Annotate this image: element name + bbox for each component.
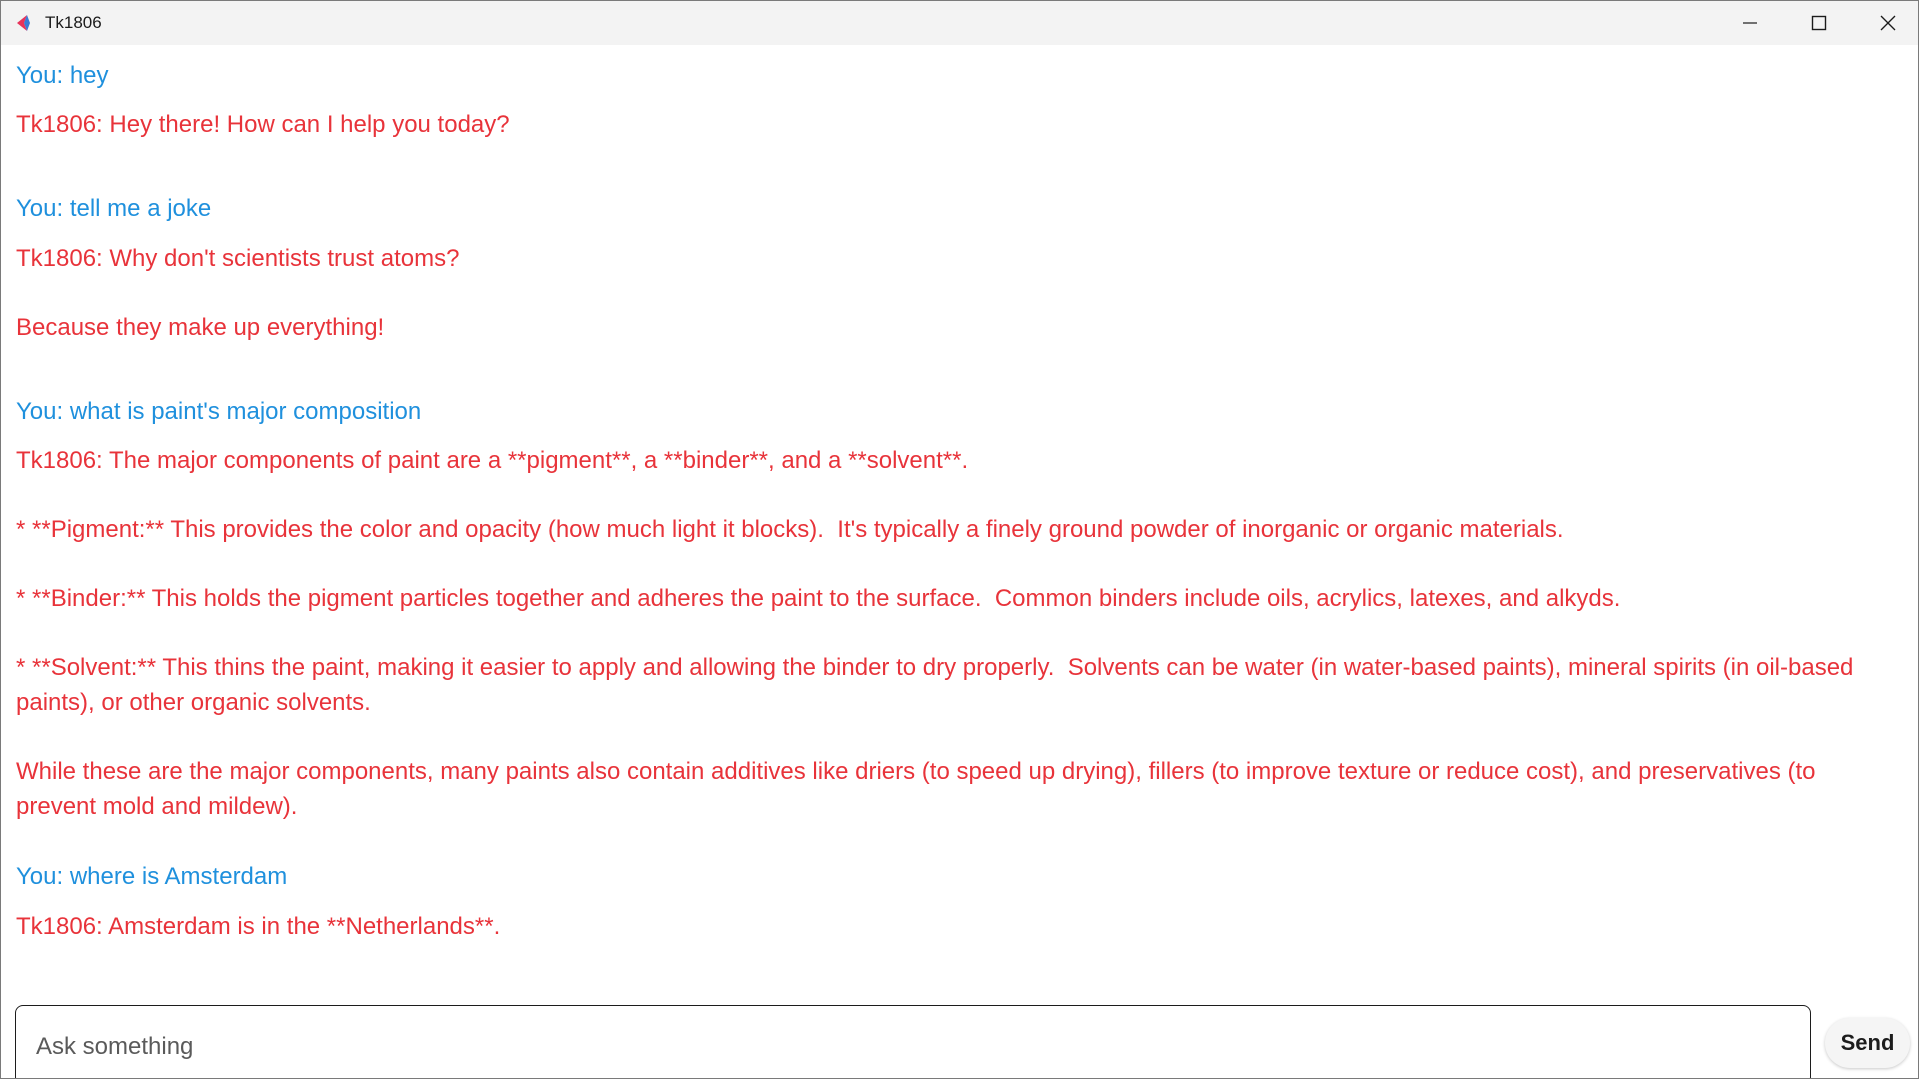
close-button[interactable] <box>1853 1 1918 45</box>
bot-message: * **Pigment:** This provides the color a… <box>16 516 1564 543</box>
bot-message: Tk1806: Hey there! How can I help you to… <box>16 111 510 138</box>
user-message: You: where is Amsterdam <box>16 863 288 890</box>
minimize-button[interactable] <box>1715 1 1784 45</box>
window-title: Tk1806 <box>45 13 102 32</box>
user-message: You: tell me a joke <box>16 195 212 222</box>
app-logo-icon <box>14 13 34 33</box>
maximize-icon <box>1811 15 1827 31</box>
title-bar[interactable]: Tk1806 <box>1 1 1918 45</box>
bot-message: Tk1806: The major components of paint ar… <box>16 447 969 474</box>
prompt-input[interactable] <box>34 1026 1738 1068</box>
bot-message: * **Binder:** This holds the pigment par… <box>16 585 1621 612</box>
prompt-input-box[interactable] <box>15 1005 1811 1078</box>
close-icon <box>1880 15 1896 31</box>
bot-message: * **Solvent:** This thins the paint, mak… <box>16 654 1861 716</box>
bot-message: While these are the major components, ma… <box>16 758 1823 820</box>
app-window: Tk1806 You: hey Tk1806: Hey there! How c… <box>0 0 1919 1079</box>
user-message: You: what is paint's major composition <box>16 398 422 425</box>
maximize-button[interactable] <box>1784 1 1853 45</box>
send-button[interactable]: Send <box>1825 1018 1910 1068</box>
chat-log: You: hey Tk1806: Hey there! How can I he… <box>16 45 1896 985</box>
bot-message: Tk1806: Why don't scientists trust atoms… <box>16 245 460 272</box>
minimize-icon <box>1743 22 1757 24</box>
user-message: You: hey <box>16 62 109 89</box>
bot-message: Tk1806: Amsterdam is in the **Netherland… <box>16 913 501 940</box>
bot-message: Because they make up everything! <box>16 314 385 341</box>
